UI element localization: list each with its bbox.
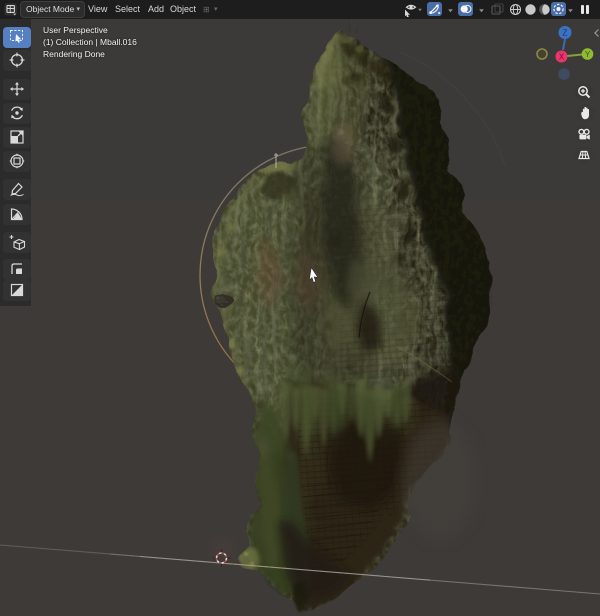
svg-text:X: X: [559, 53, 565, 62]
svg-text:Z: Z: [563, 29, 568, 38]
svg-text:Y: Y: [585, 50, 591, 59]
